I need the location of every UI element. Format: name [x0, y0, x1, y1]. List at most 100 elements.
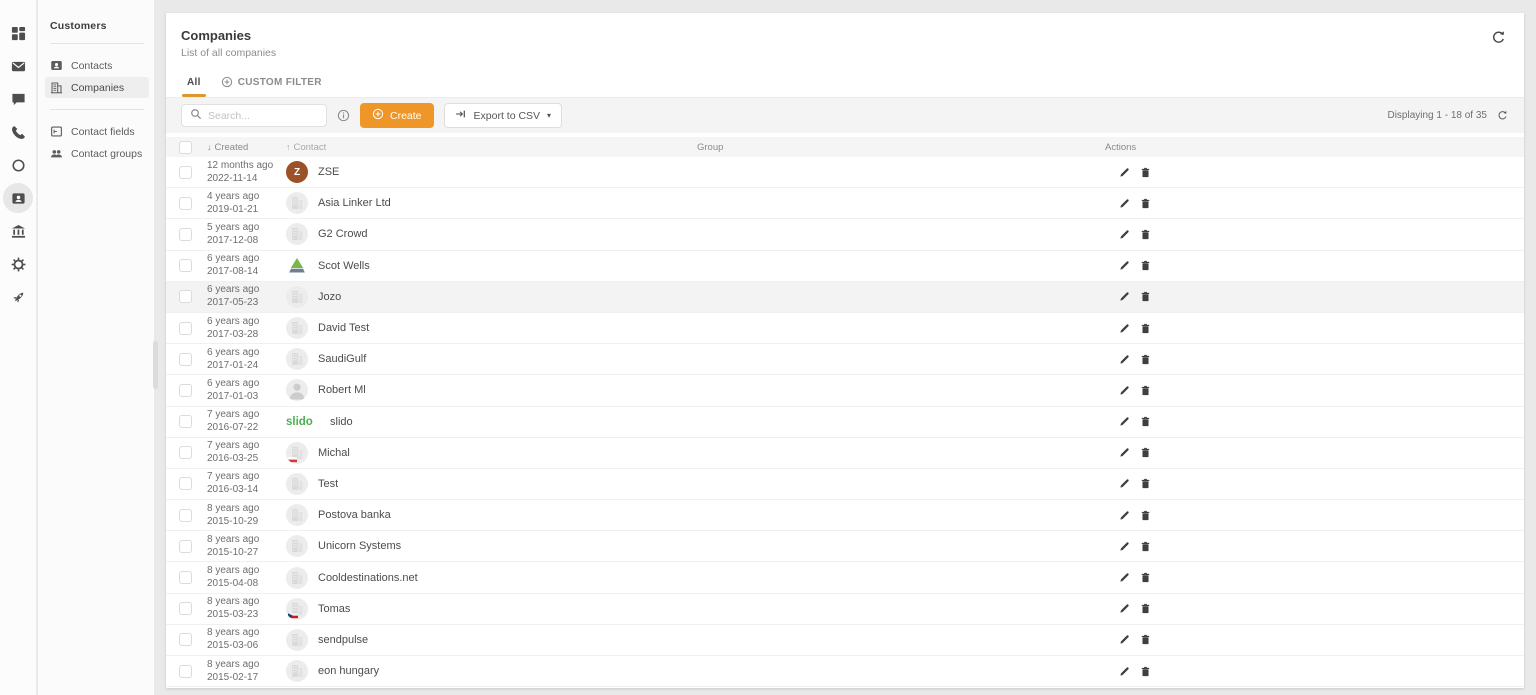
row-checkbox[interactable]	[179, 633, 192, 646]
row-checkbox[interactable]	[179, 540, 192, 553]
export-csv-button[interactable]: Export to CSV ▾	[444, 103, 563, 128]
delete-icon[interactable]	[1140, 354, 1151, 365]
table-row[interactable]: 8 years ago 2015-03-06 sendpulse	[166, 625, 1524, 656]
column-header-actions: Actions	[1105, 142, 1524, 153]
delete-icon[interactable]	[1140, 416, 1151, 427]
app-root: Customers ContactsCompanies Contact fiel…	[0, 0, 1536, 695]
row-checkbox[interactable]	[179, 353, 192, 366]
table-row[interactable]: 6 years ago 2017-01-24 SaudiGulf	[166, 344, 1524, 375]
rail-dashboard-icon[interactable]	[4, 20, 32, 46]
rail-rocket-icon[interactable]	[4, 284, 32, 310]
rail-circle-icon[interactable]	[4, 152, 32, 178]
delete-icon[interactable]	[1140, 229, 1151, 240]
created-cell: 8 years ago 2015-10-29	[207, 503, 286, 528]
table-row[interactable]: 8 years ago 2015-03-23 Tomas	[166, 594, 1524, 625]
tab-all[interactable]: All	[177, 71, 211, 97]
sidebar-item-companies[interactable]: Companies	[45, 77, 149, 98]
sidebar-item-contact-groups[interactable]: Contact groups	[45, 143, 149, 164]
delete-icon[interactable]	[1140, 510, 1151, 521]
refresh-icon[interactable]	[1489, 28, 1508, 50]
rail-contact-card-icon[interactable]	[3, 183, 33, 213]
edit-icon[interactable]	[1119, 416, 1130, 427]
rail-phone-icon[interactable]	[4, 119, 32, 145]
row-checkbox[interactable]	[179, 259, 192, 272]
row-checkbox[interactable]	[179, 602, 192, 615]
delete-icon[interactable]	[1140, 198, 1151, 209]
page-title: Companies	[181, 28, 276, 43]
edit-icon[interactable]	[1119, 541, 1130, 552]
edit-icon[interactable]	[1119, 167, 1130, 178]
table-row[interactable]: 6 years ago 2017-05-23 Jozo	[166, 282, 1524, 313]
rail-chat-icon[interactable]	[4, 86, 32, 112]
table-row[interactable]: 6 years ago 2017-03-28 David Test	[166, 313, 1524, 344]
table-row[interactable]: 8 years ago 2015-04-08 Cooldestinations.…	[166, 562, 1524, 593]
edit-icon[interactable]	[1119, 260, 1130, 271]
edit-icon[interactable]	[1119, 354, 1130, 365]
delete-icon[interactable]	[1140, 603, 1151, 614]
table-row[interactable]: 5 years ago 2017-12-08 G2 Crowd	[166, 219, 1524, 250]
delete-icon[interactable]	[1140, 291, 1151, 302]
company-avatar	[286, 629, 308, 651]
row-checkbox[interactable]	[179, 166, 192, 179]
delete-icon[interactable]	[1140, 323, 1151, 334]
info-icon[interactable]	[337, 109, 350, 122]
edit-icon[interactable]	[1119, 603, 1130, 614]
delete-icon[interactable]	[1140, 572, 1151, 583]
tab-custom-filter[interactable]: CUSTOM FILTER	[211, 71, 332, 97]
edit-icon[interactable]	[1119, 510, 1130, 521]
scrollbar-thumb[interactable]	[153, 341, 158, 389]
rail-bank-icon[interactable]	[4, 218, 32, 244]
created-date: 2017-08-14	[207, 266, 286, 278]
edit-icon[interactable]	[1119, 478, 1130, 489]
create-button[interactable]: Create	[360, 103, 434, 128]
delete-icon[interactable]	[1140, 478, 1151, 489]
edit-icon[interactable]	[1119, 666, 1130, 677]
edit-icon[interactable]	[1119, 229, 1130, 240]
table-row[interactable]: 6 years ago 2017-01-03 Robert Ml	[166, 375, 1524, 406]
edit-icon[interactable]	[1119, 323, 1130, 334]
row-checkbox[interactable]	[179, 509, 192, 522]
created-relative: 6 years ago	[207, 253, 286, 265]
table-row[interactable]: 4 years ago 2019-01-21 Asia Linker Ltd	[166, 188, 1524, 219]
table-row[interactable]: 8 years ago 2015-10-27 Unicorn Systems	[166, 531, 1524, 562]
row-checkbox[interactable]	[179, 665, 192, 678]
edit-icon[interactable]	[1119, 447, 1130, 458]
table-row[interactable]: 8 years ago 2015-02-17 eon hungary	[166, 656, 1524, 687]
row-checkbox[interactable]	[179, 228, 192, 241]
select-all-checkbox[interactable]	[179, 141, 192, 154]
row-checkbox[interactable]	[179, 477, 192, 490]
table-row[interactable]: 7 years ago 2016-03-14 Test	[166, 469, 1524, 500]
delete-icon[interactable]	[1140, 666, 1151, 677]
column-header-created[interactable]: ↓ Created	[207, 142, 286, 153]
sidebar-item-contacts[interactable]: Contacts	[45, 55, 149, 76]
row-checkbox[interactable]	[179, 322, 192, 335]
row-checkbox[interactable]	[179, 197, 192, 210]
edit-icon[interactable]	[1119, 291, 1130, 302]
edit-icon[interactable]	[1119, 634, 1130, 645]
search-input[interactable]	[208, 110, 318, 122]
delete-icon[interactable]	[1140, 167, 1151, 178]
edit-icon[interactable]	[1119, 572, 1130, 583]
table-row[interactable]: 8 years ago 2015-10-29 Postova banka	[166, 500, 1524, 531]
table-row[interactable]: 6 years ago 2017-08-14 Scot Wells	[166, 251, 1524, 282]
row-checkbox[interactable]	[179, 415, 192, 428]
pagination-refresh-icon[interactable]	[1497, 110, 1508, 121]
table-row[interactable]: 7 years ago 2016-03-25 Michal	[166, 438, 1524, 469]
row-checkbox[interactable]	[179, 446, 192, 459]
delete-icon[interactable]	[1140, 260, 1151, 271]
table-row[interactable]: 7 years ago 2016-07-22 slido slido	[166, 407, 1524, 438]
delete-icon[interactable]	[1140, 447, 1151, 458]
column-header-contact[interactable]: ↑ Contact	[286, 142, 697, 153]
row-checkbox[interactable]	[179, 384, 192, 397]
rail-gear-icon[interactable]	[4, 251, 32, 277]
edit-icon[interactable]	[1119, 198, 1130, 209]
row-checkbox[interactable]	[179, 571, 192, 584]
table-row[interactable]: 12 months ago 2022-11-14 Z ZSE	[166, 157, 1524, 188]
row-checkbox[interactable]	[179, 290, 192, 303]
delete-icon[interactable]	[1140, 385, 1151, 396]
delete-icon[interactable]	[1140, 634, 1151, 645]
rail-mail-icon[interactable]	[4, 53, 32, 79]
delete-icon[interactable]	[1140, 541, 1151, 552]
edit-icon[interactable]	[1119, 385, 1130, 396]
sidebar-item-contact-fields[interactable]: Contact fields	[45, 121, 149, 142]
